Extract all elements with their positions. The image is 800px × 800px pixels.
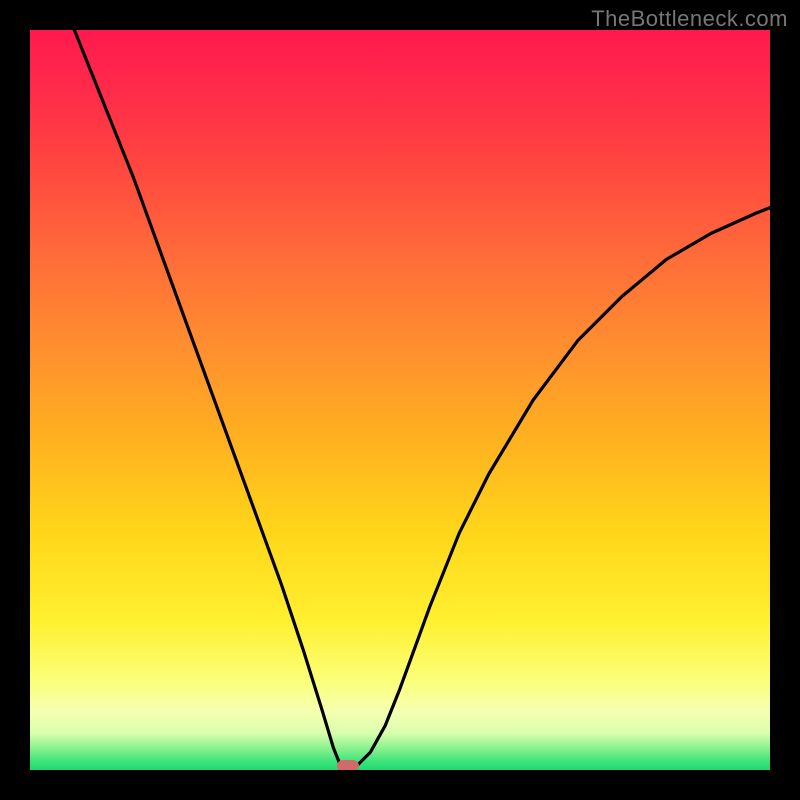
watermark-text: TheBottleneck.com bbox=[591, 6, 788, 32]
chart-frame: TheBottleneck.com bbox=[0, 0, 800, 800]
curve-svg bbox=[30, 30, 770, 770]
optimal-marker bbox=[337, 760, 359, 770]
bottleneck-curve-path bbox=[74, 30, 770, 768]
plot-area bbox=[30, 30, 770, 770]
